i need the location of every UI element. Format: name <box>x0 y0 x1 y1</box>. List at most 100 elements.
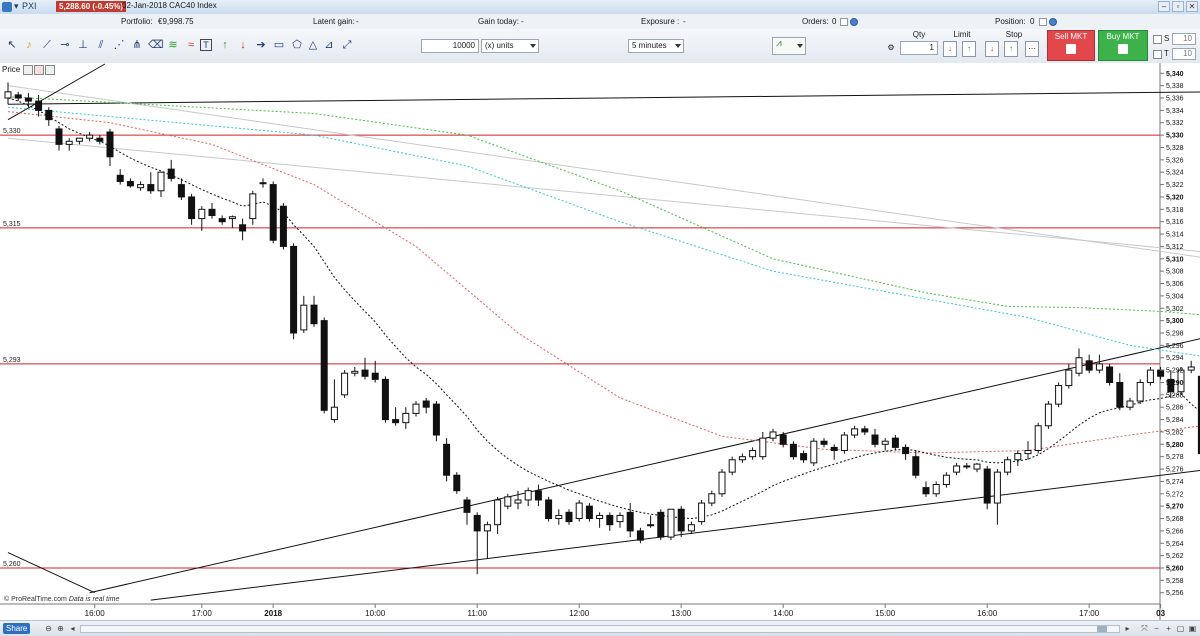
quantity-input[interactable]: 10000 <box>421 39 479 53</box>
bearish-candle <box>320 320 328 411</box>
pitchfork-tool-icon[interactable]: ⋔ <box>130 38 144 52</box>
triangle-tool-icon[interactable]: △ <box>306 38 320 52</box>
bell-alert-icon[interactable]: ♪ <box>22 38 36 52</box>
trendline-tool-icon[interactable]: ⟋ <box>40 38 54 52</box>
limit-buy-icon[interactable]: ↑ <box>962 41 976 57</box>
panel-wrench-icon[interactable] <box>23 65 34 75</box>
minimize-button[interactable]: – <box>1158 1 1170 12</box>
account-status-bar: Portfolio: €9,998.75 Latent gain: - Gain… <box>0 14 1200 30</box>
panel-close-icon[interactable] <box>34 65 45 75</box>
scrollbar-thumb[interactable] <box>1097 626 1107 632</box>
bullish-candle <box>1024 449 1032 455</box>
stop-sell-icon[interactable]: ↓ <box>985 41 999 57</box>
bearish-candle <box>381 378 389 421</box>
polygon-tool-icon[interactable]: ⬠ <box>290 38 304 52</box>
text-tool-icon[interactable]: T <box>200 39 212 51</box>
bullish-candle <box>759 437 767 458</box>
price-tick-label: 5,324 <box>1166 170 1184 177</box>
bullish-candle <box>483 524 491 532</box>
bullish-candle <box>75 137 83 142</box>
bullish-candle <box>524 490 532 501</box>
stop-options-icon[interactable]: ⋯ <box>1025 41 1039 57</box>
time-tick-label: 2018 <box>264 609 282 618</box>
bullish-candle <box>708 493 716 504</box>
zoom-plus-icon[interactable]: + <box>1164 624 1173 633</box>
vertical-line-icon[interactable]: ⊥ <box>76 38 90 52</box>
orders-settings-icon[interactable] <box>850 17 858 26</box>
ticket-settings-icon[interactable]: ⚙ <box>884 41 898 57</box>
share-button[interactable]: Share <box>3 623 31 634</box>
bullish-candle <box>698 502 706 523</box>
bullish-candle <box>157 171 165 192</box>
stop-buy-icon[interactable]: ↑ <box>1004 41 1018 57</box>
fibonacci-tool-icon[interactable]: ≋ <box>166 38 180 52</box>
s-input[interactable]: 10 <box>1172 33 1196 45</box>
scroll-left-icon[interactable]: ◂ <box>68 624 77 633</box>
close-button[interactable]: ✕ <box>1186 1 1198 12</box>
timeframe-select[interactable]: 5 minutes <box>628 39 684 53</box>
measure-tool-icon[interactable]: ⊿ <box>322 38 336 52</box>
window-menu-icon[interactable]: ▾ <box>14 1 19 12</box>
screenshot-icon[interactable]: ▣ <box>1188 624 1197 633</box>
buy-arrow-icon[interactable]: ↑ <box>218 38 232 52</box>
t-input[interactable]: 10 <box>1172 48 1196 60</box>
position-settings-icon[interactable] <box>1049 17 1057 26</box>
rectangle-tool-icon[interactable]: ▭ <box>272 38 286 52</box>
qty-input[interactable]: 1 <box>900 41 938 55</box>
price-tick-label: 5,290 <box>1166 380 1184 387</box>
time-tick-label: 15:00 <box>875 609 896 618</box>
qty-label: Qty <box>912 30 926 39</box>
app-icon[interactable] <box>2 2 12 12</box>
bullish-candle <box>749 449 757 458</box>
sell-market-button[interactable]: Sell MKT <box>1047 30 1095 61</box>
time-tick-label: 10:00 <box>365 609 386 618</box>
channel-tool-icon[interactable]: ⫽ <box>94 38 108 52</box>
zoom-reset-icon[interactable]: ⤧ <box>1140 624 1149 633</box>
limit-sell-icon[interactable]: ↓ <box>943 41 957 57</box>
pointer-tool-icon[interactable]: ↖ <box>5 38 19 52</box>
eraser-tool-icon[interactable]: ⌫ <box>148 38 164 52</box>
fit-screen-icon[interactable]: ▢ <box>1176 624 1185 633</box>
zoom-out-icon[interactable]: ⊖ <box>44 624 53 633</box>
position-close-icon[interactable] <box>1039 17 1047 26</box>
bullish-candle <box>942 474 950 486</box>
t-checkbox[interactable] <box>1153 50 1162 59</box>
price-tick-label: 5,302 <box>1166 306 1184 313</box>
bearish-candle <box>657 511 665 538</box>
quantity-unit-select[interactable]: (x) units <box>481 39 539 53</box>
buy-market-button[interactable]: Buy MKT <box>1098 30 1148 61</box>
bearish-candle <box>167 168 175 179</box>
chart-plot-area <box>0 63 1160 604</box>
s-checkbox[interactable] <box>1153 35 1162 44</box>
bearish-candle <box>126 180 134 187</box>
zoom-minus-icon[interactable]: − <box>1152 624 1161 633</box>
portfolio-label: Portfolio: <box>121 17 153 26</box>
orders-close-icon[interactable] <box>840 17 848 26</box>
price-panel-title: Price <box>2 65 21 75</box>
horizontal-line-icon[interactable]: ⊸ <box>58 38 72 52</box>
chart-type-select[interactable]: ⩘ <box>772 37 806 55</box>
zigzag-tool-icon[interactable]: ≈ <box>184 38 198 52</box>
bearish-candle <box>891 437 899 448</box>
bearish-candle <box>371 372 379 380</box>
price-level-label: 5,260 <box>3 561 21 568</box>
bullish-candle <box>1065 369 1073 387</box>
bullish-candle <box>1146 369 1154 383</box>
bullish-candle <box>851 428 859 436</box>
platform-symbol: PXI <box>22 1 37 11</box>
chart-scrollbar[interactable] <box>80 625 1120 633</box>
restore-button[interactable]: ▫ <box>1172 1 1184 12</box>
panel-expand-icon[interactable] <box>45 65 56 75</box>
ruler-tool-icon[interactable]: ⤢ <box>340 38 354 52</box>
bullish-candle <box>300 304 308 331</box>
bearish-candle <box>626 511 634 532</box>
sell-arrow-icon[interactable]: ↓ <box>236 38 250 52</box>
price-tick-label: 5,310 <box>1166 256 1184 263</box>
bullish-candle <box>249 193 257 220</box>
scroll-right-icon[interactable]: ▸ <box>1123 624 1132 633</box>
bearish-candle <box>24 97 32 102</box>
price-chart[interactable]: 5,330 5,315 5,293 5,260 5,256 5,258 5,260 5,26… <box>0 63 1200 620</box>
fan-tool-icon[interactable]: ⋰ <box>112 38 126 52</box>
zoom-in-icon[interactable]: ⊕ <box>56 624 65 633</box>
right-arrow-icon[interactable]: ➔ <box>254 38 268 52</box>
